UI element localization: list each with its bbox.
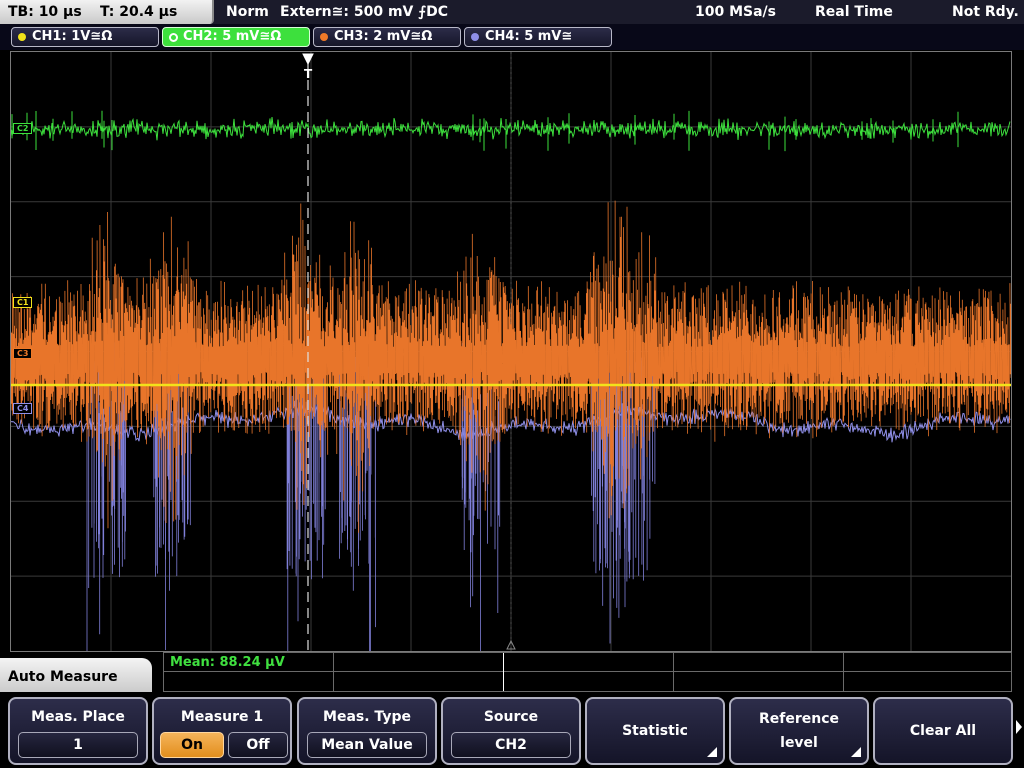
timebase-box[interactable]: TB: 10 µs T: 20.4 µs (0, 0, 214, 24)
ground-marker-ch3[interactable]: C3 (13, 348, 33, 359)
timebase-value: TB: 10 µs (8, 4, 82, 20)
tab-ch2[interactable]: CH2: 5 mV≅Ω (162, 27, 310, 47)
measurement-mean: Mean: 88.24 µV (170, 655, 285, 670)
ready-state: Not Rdy. (952, 4, 1019, 20)
trigger-label: T (304, 67, 313, 81)
reference-label-line1: Reference (758, 711, 840, 727)
sample-rate: 100 MSa/s (695, 4, 777, 20)
channel-dot-icon (169, 33, 178, 42)
waveform-area: T (11, 53, 1011, 651)
ch2-waveform (11, 117, 1011, 141)
channel-bar: CH1: 1V≅Ω CH2: 5 mV≅Ω CH3: 2 mV≅Ω CH4: 5… (0, 24, 1024, 50)
meas-type-value: Mean Value (307, 732, 427, 758)
reference-level-button[interactable]: Reference level (729, 697, 869, 765)
trigger-ref-icon (506, 639, 516, 650)
source-label: Source (483, 709, 539, 725)
waveform-display[interactable]: T C2 C1 C3 C4 (10, 51, 1012, 652)
measure1-label: Measure 1 (180, 709, 264, 725)
tab-ch3-label: CH3: 2 mV≅Ω (334, 29, 433, 44)
source-value: CH2 (451, 732, 571, 758)
ground-marker-ch1[interactable]: C1 (13, 297, 33, 308)
trigger-mode[interactable]: Norm (226, 4, 269, 20)
tab-ch4-label: CH4: 5 mV≅ (485, 29, 573, 44)
meas-type-label: Meas. Type (323, 709, 411, 725)
clear-all-label: Clear All (909, 723, 977, 739)
status-bar: TB: 10 µs T: 20.4 µs Norm Extern≅: 500 m… (0, 0, 1024, 24)
meas-place-label: Meas. Place (31, 709, 125, 725)
channel-dot-icon (320, 33, 328, 41)
chevron-right-icon (1016, 720, 1022, 734)
ground-marker-ch2[interactable]: C2 (13, 123, 33, 134)
measurement-strip: Mean: 88.24 µV (163, 652, 1012, 692)
measure1-button[interactable]: Measure 1 On Off (152, 697, 292, 765)
trigger-position-value: T: 20.4 µs (100, 4, 178, 20)
menu-scroll-right[interactable] (1014, 700, 1024, 768)
statistic-button[interactable]: Statistic (585, 697, 725, 765)
tab-ch1-label: CH1: 1V≅Ω (32, 29, 113, 44)
channel-dot-icon (18, 33, 26, 41)
acquisition-mode: Real Time (815, 4, 893, 20)
tab-ch3[interactable]: CH3: 2 mV≅Ω (313, 27, 461, 47)
tab-ch1[interactable]: CH1: 1V≅Ω (11, 27, 159, 47)
source-button[interactable]: Source CH2 (441, 697, 581, 765)
measure1-on-toggle[interactable]: On (160, 732, 224, 758)
tab-ch2-label: CH2: 5 mV≅Ω (183, 29, 282, 44)
meas-type-button[interactable]: Meas. Type Mean Value (297, 697, 437, 765)
meas-place-value: 1 (18, 732, 138, 758)
trigger-source[interactable]: Extern≅: 500 mV ⨍DC (280, 4, 448, 20)
meas-place-button[interactable]: Meas. Place 1 (8, 697, 148, 765)
reference-label-line2: level (780, 735, 818, 751)
ch2-trace (11, 110, 1011, 152)
clear-all-button[interactable]: Clear All (873, 697, 1013, 765)
channel-dot-icon (471, 33, 479, 41)
measure1-off-toggle[interactable]: Off (228, 732, 288, 758)
statistic-label: Statistic (622, 723, 688, 739)
softkey-bar: Meas. Place 1 Measure 1 On Off Meas. Typ… (0, 692, 1024, 768)
submenu-arrow-icon (851, 747, 861, 757)
tab-ch4[interactable]: CH4: 5 mV≅ (464, 27, 612, 47)
ground-marker-ch4[interactable]: C4 (13, 403, 33, 414)
submenu-arrow-icon (707, 747, 717, 757)
trigger-marker-icon (302, 53, 314, 66)
